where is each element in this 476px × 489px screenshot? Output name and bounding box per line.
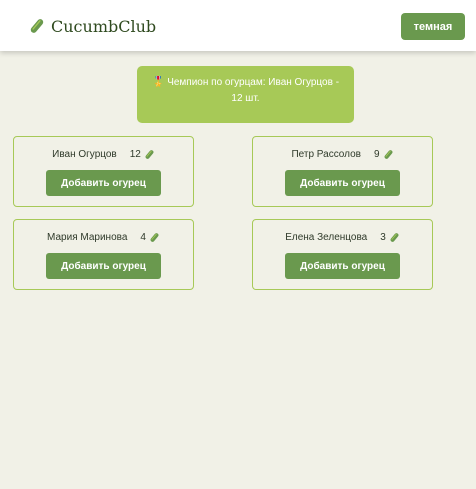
cucumber-icon bbox=[29, 17, 45, 35]
cucumber-icon bbox=[389, 232, 400, 243]
cucumber-icon bbox=[144, 149, 155, 160]
player-name: Иван Огурцов bbox=[52, 149, 117, 160]
cucumber-icon bbox=[149, 232, 160, 243]
app-header: CucumbClub темная bbox=[0, 0, 476, 51]
brand-name: CucumbClub bbox=[51, 16, 157, 36]
player-card: Иван Огурцов 12 Добавить огурец bbox=[13, 136, 194, 207]
cucumber-count: 12 bbox=[129, 149, 141, 160]
player-card: Елена Зеленцова 3 Добавить огурец bbox=[252, 219, 433, 290]
champion-text: Чемпион по огурцам: Иван Огурцов - 12 шт… bbox=[167, 77, 340, 104]
player-card: Мария Маринова 4 Добавить огурец bbox=[13, 219, 194, 290]
add-cucumber-button[interactable]: Добавить огурец bbox=[46, 170, 161, 196]
add-cucumber-button[interactable]: Добавить огурец bbox=[285, 170, 400, 196]
cucumber-count: 3 bbox=[380, 232, 386, 243]
player-name: Петр Рассолов bbox=[291, 149, 361, 160]
cucumber-icon bbox=[383, 149, 394, 160]
brand[interactable]: CucumbClub bbox=[29, 15, 156, 37]
player-name: Елена Зеленцова bbox=[285, 232, 368, 243]
medal-icon: 🎖️ bbox=[151, 77, 165, 88]
player-name: Мария Маринова bbox=[47, 232, 128, 243]
cucumber-count: 4 bbox=[140, 232, 146, 243]
theme-toggle-button[interactable]: темная bbox=[401, 13, 465, 40]
player-card: Петр Рассолов 9 Добавить огурец bbox=[252, 136, 433, 207]
champion-banner: 🎖️ Чемпион по огурцам: Иван Огурцов - 12… bbox=[137, 66, 354, 123]
add-cucumber-button[interactable]: Добавить огурец bbox=[46, 253, 161, 279]
cucumber-count: 9 bbox=[373, 149, 380, 160]
add-cucumber-button[interactable]: Добавить огурец bbox=[285, 253, 400, 279]
